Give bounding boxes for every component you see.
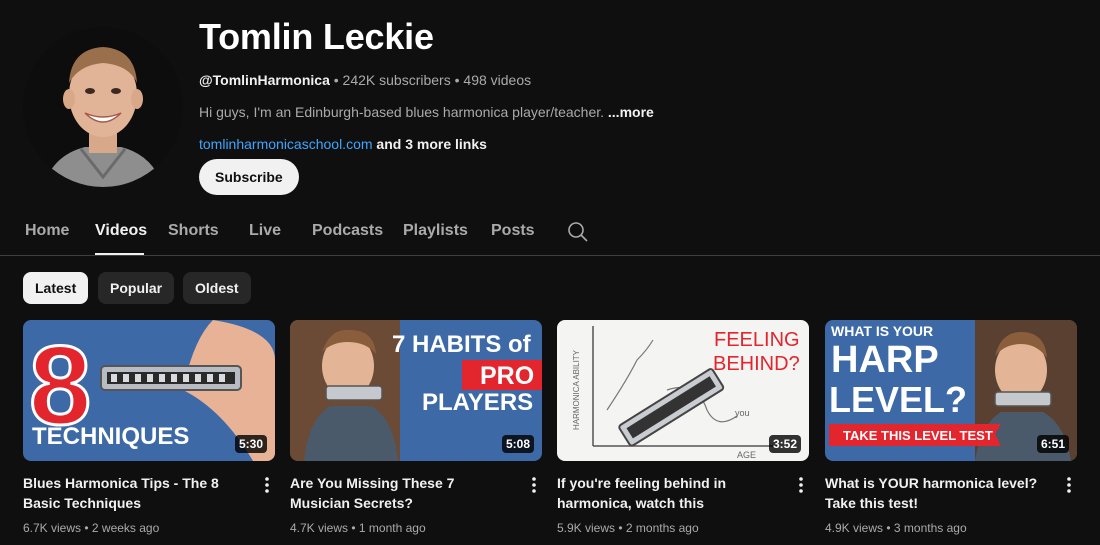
video-thumbnail[interactable]: HARMONICA ABILITY AGE you FEELING BEHIND… [557,320,809,461]
channel-info: Tomlin Leckie @TomlinHarmonica • 242K su… [199,17,1079,154]
thumb-annotation: you [735,408,750,418]
meta-separator: • [883,521,894,535]
video-title[interactable]: Are You Missing These 7 Musician Secrets… [290,473,518,513]
thumb-caption: WHAT IS YOUR [831,323,933,339]
thumb-axis-label: HARMONICA ABILITY [572,349,581,430]
more-vert-icon[interactable] [526,475,542,495]
chip-latest[interactable]: Latest [23,272,89,304]
chip-oldest[interactable]: Oldest [183,272,251,304]
thumb-caption: HARP [831,339,939,381]
video-meta: 4.7K views • 1 month ago [290,519,542,537]
channel-handle: @TomlinHarmonica [199,72,330,88]
search-icon[interactable] [567,221,589,243]
thumb-axis-label: AGE [737,450,756,460]
thumb-caption: TAKE THIS LEVEL TEST [843,428,993,443]
video-views: 4.7K views [290,521,349,535]
video-card[interactable]: WHAT IS YOUR HARP LEVEL? TAKE THIS LEVEL… [825,320,1077,537]
tab-live[interactable]: Live [249,222,281,240]
description-more-link[interactable]: ...more [608,104,654,120]
channel-meta: @TomlinHarmonica • 242K subscribers • 49… [199,70,1079,90]
video-title[interactable]: What is YOUR harmonica level? Take this … [825,473,1053,513]
video-count: 498 videos [463,72,532,88]
video-thumbnail[interactable]: 8 TECHNIQUES 5:30 [23,320,275,461]
video-title[interactable]: If you're feeling behind in harmonica, w… [557,473,785,513]
video-views: 4.9K views [825,521,884,535]
video-age: 3 months ago [893,521,967,535]
thumb-caption: TECHNIQUES [32,423,189,450]
video-views: 6.7K views [23,521,82,535]
video-age: 2 weeks ago [91,521,160,535]
tab-playlists[interactable]: Playlists [403,222,468,240]
chip-popular[interactable]: Popular [98,272,175,304]
tab-podcasts[interactable]: Podcasts [312,222,383,240]
thumb-caption: 7 HABITS of [392,331,532,358]
tab-videos[interactable]: Videos [95,222,147,240]
meta-separator: • [81,521,92,535]
video-meta: 6.7K views • 2 weeks ago [23,519,275,537]
meta-separator: • [329,72,343,88]
thumb-caption: LEVEL? [829,379,967,420]
channel-description[interactable]: Hi guys, I'm an Edinburgh-based blues ha… [199,102,1079,122]
thumb-caption: PRO [480,362,534,390]
video-card[interactable]: HARMONICA ABILITY AGE you FEELING BEHIND… [557,320,809,537]
video-views: 5.9K views [557,521,616,535]
meta-separator: • [450,72,464,88]
video-card[interactable]: 8 TECHNIQUES 5:30 Blues Harmonica Tips -… [23,320,275,537]
video-duration: 5:08 [501,435,534,453]
more-vert-icon[interactable] [1061,475,1077,495]
video-duration: 3:52 [768,435,801,453]
active-tab-indicator [95,253,144,255]
description-text: Hi guys, I'm an Edinburgh-based blues ha… [199,104,605,120]
channel-links: tomlinharmonicaschool.com and 3 more lin… [199,134,1079,154]
video-duration: 6:51 [1036,435,1069,453]
more-vert-icon[interactable] [793,475,809,495]
video-thumbnail[interactable]: WHAT IS YOUR HARP LEVEL? TAKE THIS LEVEL… [825,320,1077,461]
more-vert-icon[interactable] [259,475,275,495]
channel-website-link[interactable]: tomlinharmonicaschool.com [199,136,373,152]
video-meta: 5.9K views • 2 months ago [557,519,809,537]
video-age: 1 month ago [358,521,426,535]
video-meta: 4.9K views • 3 months ago [825,519,1077,537]
video-duration: 5:30 [234,435,267,453]
thumb-caption: PLAYERS [422,389,533,416]
subscriber-count: 242K subscribers [342,72,451,88]
meta-separator: • [615,521,626,535]
video-card[interactable]: 7 HABITS of PRO PLAYERS 5:08 Are You Mis… [290,320,542,537]
thumb-caption: FEELING [714,329,800,351]
tab-shorts[interactable]: Shorts [168,222,219,240]
channel-name: Tomlin Leckie [199,16,434,57]
video-thumbnail[interactable]: 7 HABITS of PRO PLAYERS 5:08 [290,320,542,461]
tab-home[interactable]: Home [25,222,69,240]
channel-tabs: Home Videos Shorts Live Podcasts Playlis… [0,208,1100,256]
more-links-button[interactable]: and 3 more links [376,136,486,152]
video-title[interactable]: Blues Harmonica Tips - The 8 Basic Techn… [23,473,251,513]
video-age: 2 months ago [625,521,699,535]
subscribe-button[interactable]: Subscribe [199,159,299,195]
tab-posts[interactable]: Posts [491,222,535,240]
channel-avatar[interactable] [23,27,183,187]
meta-separator: • [348,521,359,535]
thumb-caption: BEHIND? [713,353,800,375]
